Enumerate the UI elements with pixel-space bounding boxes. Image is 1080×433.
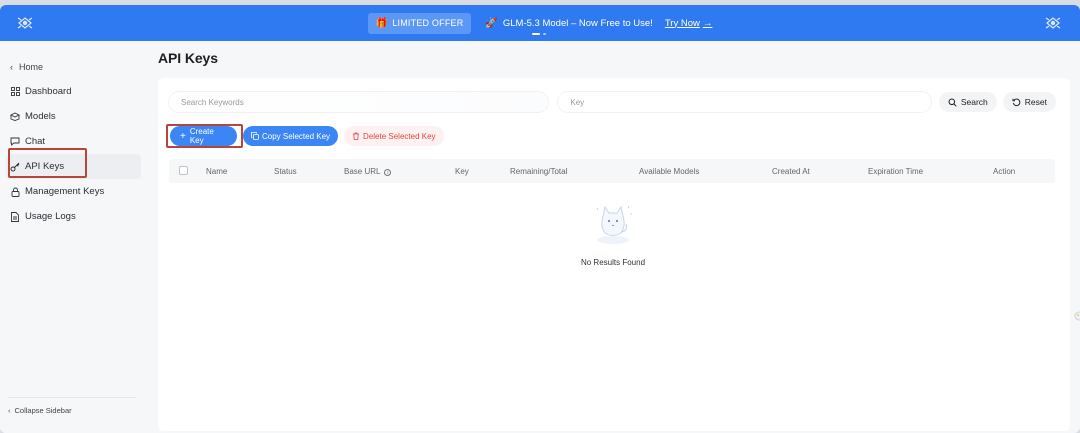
carousel-dots[interactable] [532,33,546,35]
promo-message: 🚀 GLM-5.3 Model – Now Free to Use! [485,18,652,29]
copy-selected-key-button[interactable]: Copy Selected Key [243,126,339,146]
reset-button-label: Reset [1024,97,1047,107]
column-header-base-url[interactable]: Base URL i [344,167,392,176]
limited-offer-label: LIMITED OFFER [392,18,464,28]
sidebar: ‹ Home Dashboard Models Chat API Keys Ma… [0,41,148,433]
sidebar-home-link[interactable]: ‹ Home [10,62,43,72]
sidebar-item-models[interactable]: Models [6,104,141,129]
gift-icon: 🎁 [375,17,389,29]
reset-icon [1012,98,1021,106]
sidebar-item-label: Usage Logs [25,211,76,222]
search-keywords-input[interactable]: Search Keywords [168,91,550,113]
search-icon [948,98,957,107]
column-header-remaining-total[interactable]: Remaining/Total [510,167,567,176]
search-button-label: Search [960,97,988,107]
empty-state: No Results Found [558,202,668,267]
document-icon [10,211,20,222]
sidebar-item-label: Models [25,111,56,122]
column-header-status[interactable]: Status [274,167,297,176]
floating-helper-icon[interactable] [1072,310,1080,322]
brand-logo-icon[interactable] [1044,14,1062,32]
select-all-checkbox[interactable] [179,166,188,175]
lock-icon [10,187,20,197]
api-keys-card: Search Keywords Key Search Reset + Creat… [158,78,1070,431]
copy-icon [251,132,259,140]
api-keys-highlight [8,148,87,178]
sidebar-item-dashboard[interactable]: Dashboard [6,79,141,104]
table-header: Name Status Base URL i Key Remaining/Tot… [169,159,1055,183]
chevron-left-icon: ‹ [8,406,11,415]
column-header-action: Action [993,167,1016,176]
info-icon[interactable]: i [384,169,392,176]
column-header-created-at[interactable]: Created At [772,167,810,176]
promo-text: GLM-5.3 Model – Now Free to Use! [502,17,653,29]
empty-cat-illustration-icon [596,205,632,244]
column-header-key[interactable]: Key [455,167,469,176]
filter-bar: Search Keywords Key Search Reset [168,91,1056,113]
sidebar-item-label: Management Keys [25,186,105,197]
copy-selected-key-label: Copy Selected Key [262,131,331,141]
rocket-icon: 🚀 [485,17,498,29]
column-header-available-models[interactable]: Available Models [639,167,699,176]
trash-icon [353,132,360,140]
sidebar-item-label: Dashboard [25,86,72,97]
search-button[interactable]: Search [938,92,997,112]
limited-offer-badge[interactable]: 🎁 LIMITED OFFER [367,12,472,34]
chat-icon [10,137,20,147]
collapse-sidebar-label: Collapse Sidebar [14,406,72,415]
reset-button[interactable]: Reset [1002,92,1056,112]
empty-state-text: No Results Found [580,258,646,267]
create-key-highlight [166,124,243,148]
try-now-label: Try Now [664,17,700,29]
arrow-right-icon: → [702,17,713,29]
try-now-link[interactable]: Try Now → [665,18,713,29]
sidebar-home-label: Home [19,62,44,72]
key-input[interactable]: Key [557,91,932,113]
column-header-base-url-label: Base URL [344,167,381,176]
column-header-expiration-time[interactable]: Expiration Time [868,167,923,176]
delete-selected-key-label: Delete Selected Key [363,131,436,141]
sidebar-item-management-keys[interactable]: Management Keys [6,179,141,204]
chevron-left-icon: ‹ [10,62,13,72]
dashboard-icon [10,87,20,97]
column-header-name[interactable]: Name [206,167,227,176]
page-title: API Keys [158,50,218,66]
models-icon [10,112,20,122]
delete-selected-key-button[interactable]: Delete Selected Key [344,126,444,146]
collapse-sidebar-button[interactable]: ‹ Collapse Sidebar [8,397,136,415]
brand-logo-icon[interactable] [16,14,34,32]
promo-banner: 🎁 LIMITED OFFER 🚀 GLM-5.3 Model – Now Fr… [0,5,1080,41]
sidebar-item-label: Chat [25,136,46,147]
app-window: 🎁 LIMITED OFFER 🚀 GLM-5.3 Model – Now Fr… [0,5,1080,433]
sidebar-item-usage-logs[interactable]: Usage Logs [6,204,141,229]
